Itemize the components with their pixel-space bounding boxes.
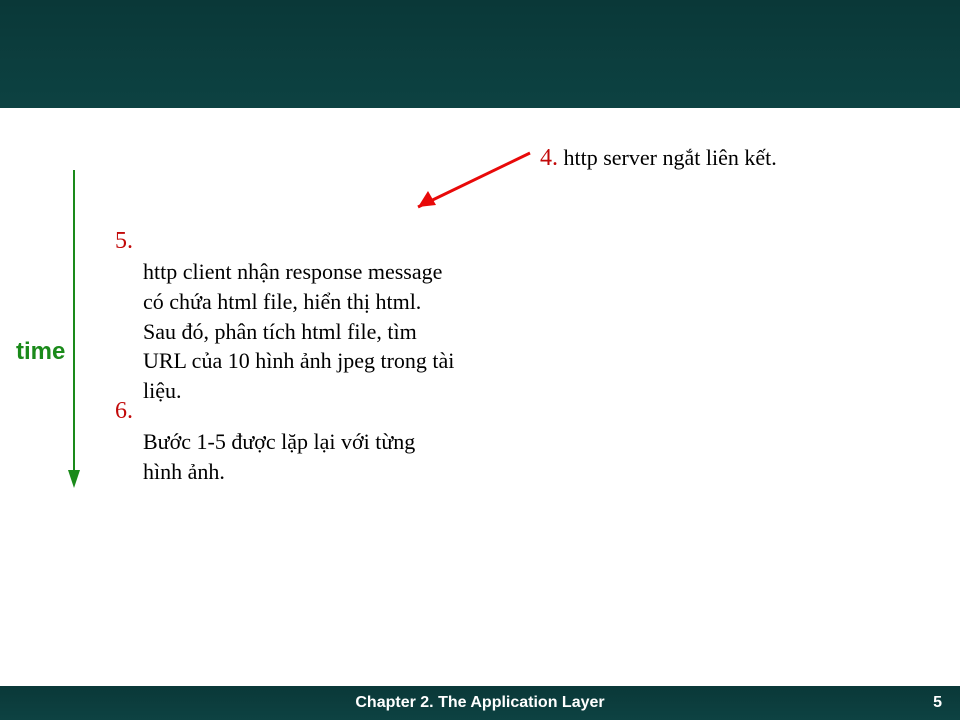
header-band: [0, 0, 960, 108]
step-5: 5. http client nhận response message có …: [115, 225, 455, 406]
step-5-number: 5.: [115, 228, 133, 254]
timeline-arrow-icon: [68, 170, 80, 490]
step-4: 4. http server ngắt liên kết.: [540, 142, 930, 174]
page-number: 5: [933, 694, 942, 712]
step-6-text: Bước 1-5 được lặp lại với từng hình ảnh.: [115, 427, 455, 486]
step-4-text: http server ngắt liên kết.: [564, 145, 777, 170]
step-6: 6. Bước 1-5 được lặp lại với từng hình ả…: [115, 395, 455, 487]
footer-band: Chapter 2. The Application Layer 5: [0, 686, 960, 720]
footer-title: Chapter 2. The Application Layer: [0, 694, 960, 712]
timeline-label: time: [16, 338, 65, 366]
step-4-number: 4.: [540, 145, 558, 171]
step-6-number: 6.: [115, 398, 133, 424]
step-5-text: http client nhận response message có chứ…: [115, 257, 455, 405]
slide: time 4. http server ngắt liên kết. 5. ht…: [0, 0, 960, 720]
step-5-text-first: [133, 228, 161, 253]
red-arrow-icon: [390, 145, 540, 225]
